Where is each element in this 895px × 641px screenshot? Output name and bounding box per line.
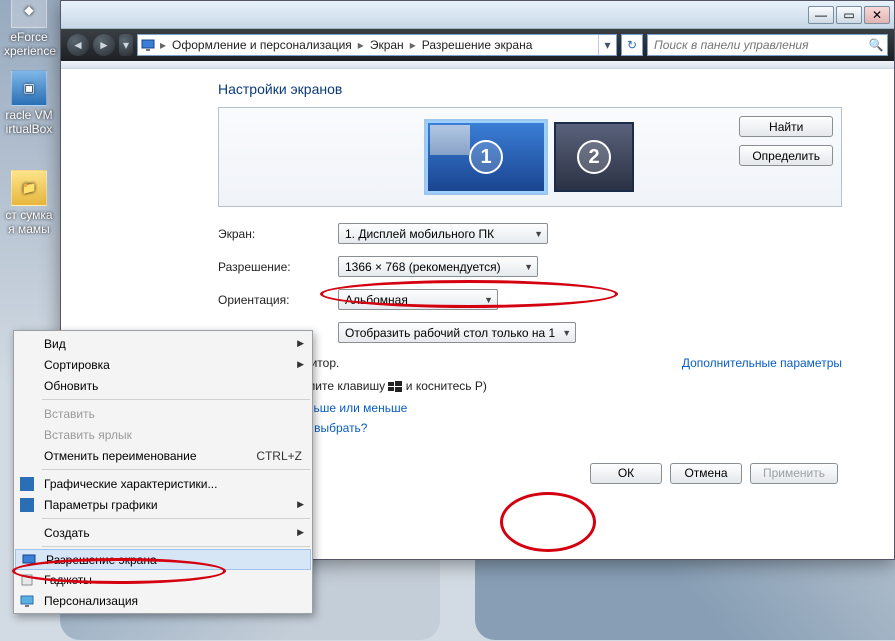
search-icon[interactable]: 🔍	[865, 38, 887, 52]
desktop-icon-virtualbox[interactable]: ▣ racle VM irtualBox	[4, 70, 54, 136]
desktop-icon-label: racle VM irtualBox	[4, 108, 54, 136]
desktop-context-menu: Вид▶ Сортировка▶ Обновить Вставить Встав…	[13, 330, 313, 614]
ctx-refresh[interactable]: Обновить	[14, 375, 312, 396]
maximize-button[interactable]: ▭	[836, 6, 862, 24]
search-input[interactable]	[648, 38, 865, 52]
submenu-arrow-icon: ▶	[297, 359, 304, 370]
ctx-separator	[42, 518, 310, 519]
virtualbox-icon: ▣	[11, 70, 47, 106]
combo-value: Отобразить рабочий стол только на 1	[345, 326, 555, 340]
monitor-1[interactable]: 1	[426, 121, 546, 193]
cancel-button[interactable]: Отмена	[670, 463, 742, 484]
monitor-number: 2	[577, 140, 611, 174]
ctx-gadgets[interactable]: Гаджеты	[14, 569, 312, 590]
combo-value: 1366 × 768 (рекомендуется)	[345, 260, 501, 274]
desktop-icon-geforce[interactable]: ◆ eForce xperience	[4, 0, 54, 58]
projector-text-tail: и коснитесь P)	[402, 379, 486, 393]
command-bar	[61, 61, 894, 69]
monitor-number: 1	[469, 140, 503, 174]
desktop-icon-label: ст сумка я мамы	[4, 208, 54, 236]
back-button[interactable]: ◄	[67, 34, 89, 56]
screen-combo[interactable]: 1. Дисплей мобильного ПК ▼	[338, 223, 548, 244]
ctx-paste: Вставить	[14, 403, 312, 424]
search-box[interactable]: 🔍	[647, 34, 888, 56]
titlebar[interactable]: — ▭ ✕	[61, 1, 894, 29]
ctx-separator	[42, 469, 310, 470]
chevron-down-icon: ▼	[562, 328, 571, 338]
close-button[interactable]: ✕	[864, 6, 890, 24]
ctx-new[interactable]: Создать▶	[14, 522, 312, 543]
submenu-arrow-icon: ▶	[297, 499, 304, 510]
refresh-button[interactable]: ↻	[621, 34, 643, 56]
minimize-button[interactable]: —	[808, 6, 834, 24]
combo-value: 1. Дисплей мобильного ПК	[345, 227, 494, 241]
display-icon	[21, 552, 37, 568]
breadcrumb-dropdown[interactable]: ▾	[598, 35, 616, 55]
label-screen: Экран:	[218, 227, 338, 241]
intel-icon	[19, 476, 35, 492]
ok-button[interactable]: ОК	[590, 463, 662, 484]
breadcrumb[interactable]: ▸ Оформление и персонализация ▸ Экран ▸ …	[137, 34, 617, 56]
display-preview: 1 2 Найти Определить	[218, 107, 842, 207]
chevron-down-icon: ▼	[524, 262, 533, 272]
ctx-sort[interactable]: Сортировка▶	[14, 354, 312, 375]
submenu-arrow-icon: ▶	[297, 338, 304, 349]
ctx-shortcut: CTRL+Z	[256, 449, 302, 463]
combo-value: Альбомная	[345, 293, 408, 307]
chevron-down-icon: ▼	[484, 295, 493, 305]
display-icon	[138, 35, 158, 55]
intel-icon	[19, 497, 35, 513]
ctx-paste-shortcut: Вставить ярлык	[14, 424, 312, 445]
apply-button[interactable]: Применить	[750, 463, 838, 484]
label-orientation: Ориентация:	[218, 293, 338, 307]
ctx-graphics-params[interactable]: Параметры графики▶	[14, 494, 312, 515]
gadget-icon	[19, 572, 35, 588]
ctx-graphics-properties[interactable]: Графические характеристики...	[14, 473, 312, 494]
ctx-separator	[42, 546, 310, 547]
history-dropdown[interactable]: ▾	[119, 34, 133, 56]
resolution-combo[interactable]: 1366 × 768 (рекомендуется) ▼	[338, 256, 538, 277]
advanced-settings-link[interactable]: Дополнительные параметры	[682, 355, 842, 372]
desktop-icon-label: eForce xperience	[4, 30, 54, 58]
chevron-down-icon: ▼	[534, 229, 543, 239]
submenu-arrow-icon: ▶	[297, 527, 304, 538]
ctx-separator	[42, 399, 310, 400]
ctx-personalize[interactable]: Персонализация	[14, 590, 312, 611]
windows-key-icon	[388, 381, 402, 393]
personalize-icon	[19, 593, 35, 609]
page-title: Настройки экранов	[218, 81, 842, 97]
breadcrumb-seg[interactable]: Экран	[366, 35, 408, 55]
breadcrumb-seg[interactable]: Разрешение экрана	[418, 35, 537, 55]
desktop-icon-folder[interactable]: 📁 ст сумка я мамы	[4, 170, 54, 236]
folder-icon: 📁	[11, 170, 47, 206]
monitor-2[interactable]: 2	[554, 122, 634, 192]
navbar: ◄ ► ▾ ▸ Оформление и персонализация ▸ Эк…	[61, 29, 894, 61]
ctx-undo-rename[interactable]: Отменить переименованиеCTRL+Z	[14, 445, 312, 466]
ctx-view[interactable]: Вид▶	[14, 333, 312, 354]
breadcrumb-seg[interactable]: Оформление и персонализация	[168, 35, 356, 55]
orientation-combo[interactable]: Альбомная ▼	[338, 289, 498, 310]
find-button[interactable]: Найти	[739, 116, 833, 137]
forward-button[interactable]: ►	[93, 34, 115, 56]
nvidia-icon: ◆	[11, 0, 47, 28]
ctx-screen-resolution[interactable]: Разрешение экрана	[15, 549, 311, 570]
label-resolution: Разрешение:	[218, 260, 338, 274]
detect-button[interactable]: Определить	[739, 145, 833, 166]
multi-display-combo[interactable]: Отобразить рабочий стол только на 1 ▼	[338, 322, 576, 343]
